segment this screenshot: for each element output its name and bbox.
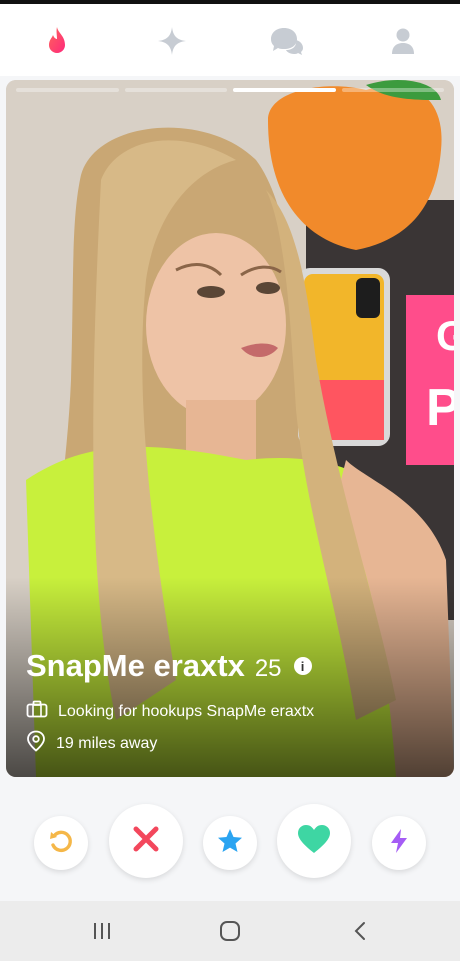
rewind-icon <box>48 828 74 859</box>
back-icon[interactable] <box>348 919 372 943</box>
boost-button[interactable] <box>372 816 426 870</box>
top-navigation-bar <box>0 0 460 76</box>
like-button[interactable] <box>277 804 351 878</box>
profile-name: SnapMe eraxtx <box>26 648 245 683</box>
chat-bubbles-icon[interactable] <box>270 24 304 58</box>
profile-distance-row: 19 miles away <box>26 730 157 757</box>
x-icon <box>131 824 161 859</box>
profile-job-row: Looking for hookups SnapMe eraxtx <box>26 700 314 723</box>
flame-icon[interactable] <box>40 24 74 58</box>
photo-progress-segment[interactable] <box>16 88 119 92</box>
recents-icon[interactable] <box>90 919 114 943</box>
info-icon[interactable]: i <box>293 657 312 675</box>
photo-progress-segment[interactable] <box>124 88 227 92</box>
profile-age: 25 <box>254 655 282 682</box>
location-pin-icon <box>26 730 46 757</box>
system-navigation-bar <box>0 901 460 961</box>
rewind-button[interactable] <box>34 816 88 870</box>
super-like-button[interactable] <box>203 816 257 870</box>
photo-progress-segment-active[interactable] <box>233 88 336 92</box>
profile-job: Looking for hookups SnapMe eraxtx <box>58 702 315 720</box>
star-icon <box>216 827 244 860</box>
profile-icon[interactable] <box>386 24 420 58</box>
photo-progress-indicator <box>16 88 444 92</box>
action-bar <box>0 790 460 900</box>
briefcase-icon <box>26 700 48 723</box>
home-icon[interactable] <box>218 919 242 943</box>
heart-icon <box>296 823 332 860</box>
photo-progress-segment[interactable] <box>341 88 444 92</box>
svg-text:P: P <box>426 379 454 437</box>
sparkle-icon[interactable] <box>155 24 189 58</box>
svg-text:G: G <box>436 312 454 359</box>
bolt-icon <box>389 828 409 859</box>
profile-header: SnapMe eraxtx 25 i <box>26 648 312 684</box>
profile-distance: 19 miles away <box>56 734 158 752</box>
profile-card[interactable]: G P SnapMe eraxtx 25 i Looking for hooku… <box>6 80 454 777</box>
nope-button[interactable] <box>109 804 183 878</box>
